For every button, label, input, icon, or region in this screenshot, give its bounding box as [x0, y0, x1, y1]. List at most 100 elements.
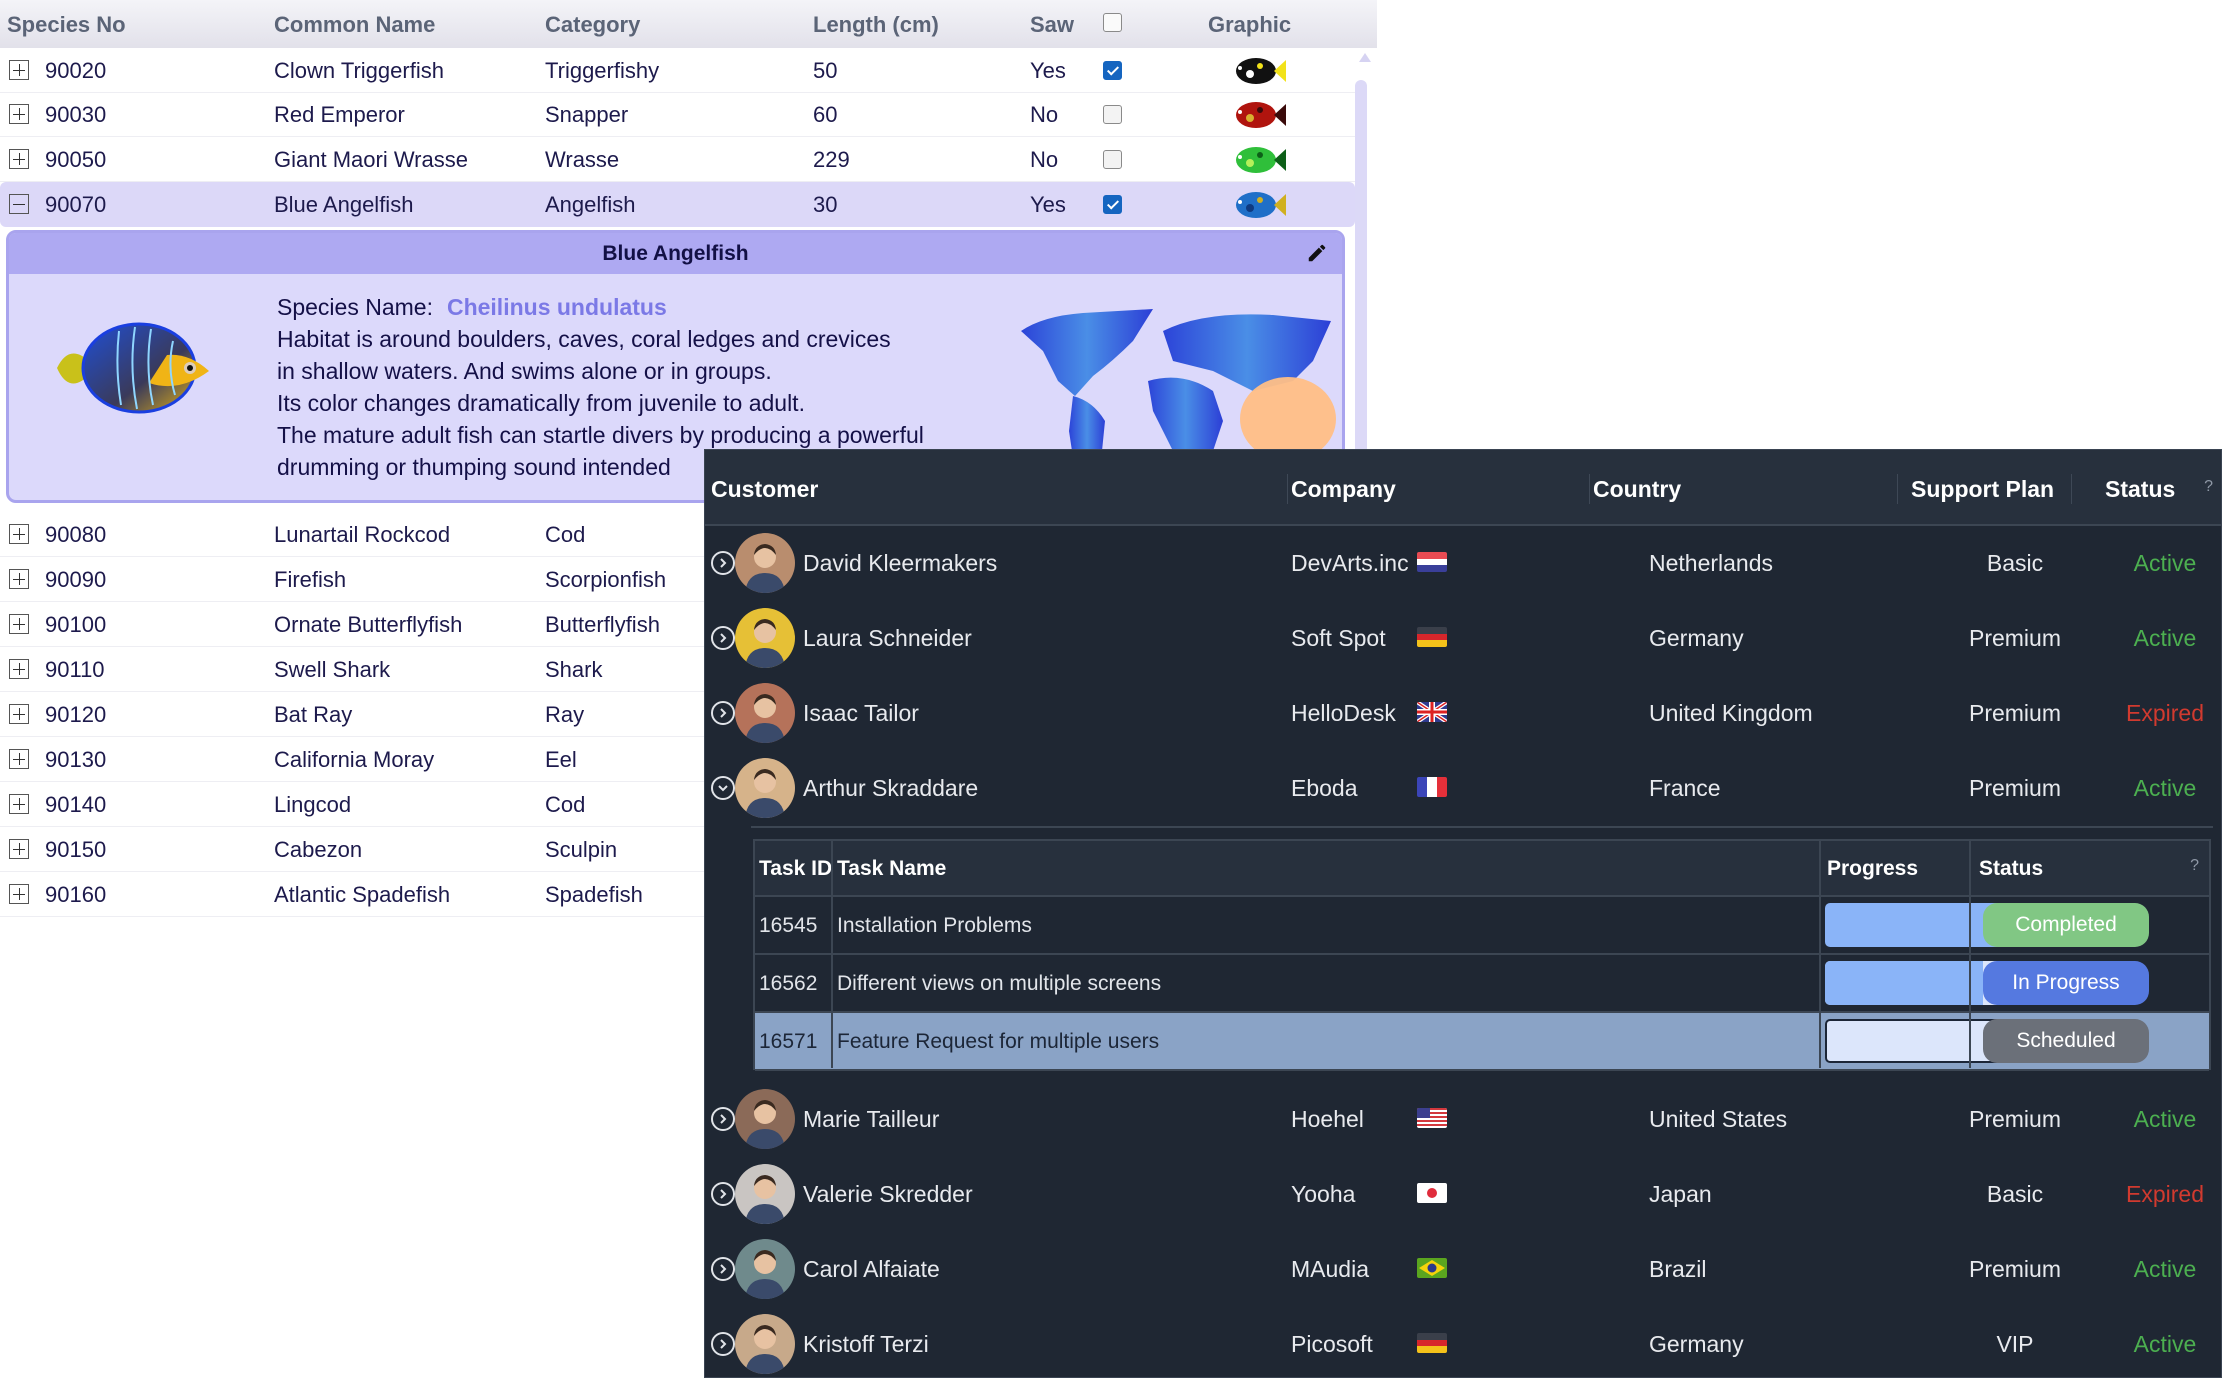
column-header-customer[interactable]: Customer [711, 476, 818, 503]
saw-value: Yes [1030, 58, 1066, 83]
category: Shark [545, 657, 603, 682]
saw-checkbox[interactable] [1103, 61, 1122, 80]
saw-checkbox[interactable] [1103, 195, 1122, 214]
species-no: 90150 [45, 837, 107, 862]
expand-icon[interactable] [9, 60, 29, 80]
description-line: in shallow waters. And swims alone or in… [277, 358, 772, 384]
column-header-company[interactable]: Company [1291, 476, 1396, 503]
expand-row-icon[interactable] [711, 1332, 735, 1356]
collapse-icon[interactable] [9, 194, 29, 214]
column-header-task-name[interactable]: Task Name [837, 857, 946, 881]
column-header-category[interactable]: Category [545, 12, 640, 38]
column-separator[interactable] [1589, 474, 1590, 504]
column-header-common-name[interactable]: Common Name [274, 12, 435, 38]
expand-icon[interactable] [9, 704, 29, 724]
expand-row-icon[interactable] [711, 1257, 735, 1281]
common-name: Cabezon [274, 837, 363, 862]
task-row[interactable]: 16545 Installation Problems Completed [755, 897, 2209, 955]
scroll-up-arrow[interactable] [1359, 53, 1371, 62]
customer-row[interactable]: David Kleermakers DevArts.inc Netherlands B… [705, 526, 2221, 601]
customer-row[interactable]: Carol Alfaiate MAudia Brazil Premium Active [705, 1232, 2221, 1307]
species-name-value: Cheilinus undulatus [446, 294, 667, 320]
column-separator[interactable] [1287, 474, 1288, 504]
column-header-support-plan[interactable]: Support Plan [1911, 476, 2054, 503]
customer-row[interactable]: Arthur Skraddare Eboda France Premium Active [705, 751, 2221, 826]
species-no: 90130 [45, 747, 107, 772]
country: Brazil [1649, 1256, 1707, 1282]
column-header-task-status[interactable]: Status [1979, 857, 2043, 881]
expand-row-icon[interactable] [711, 626, 735, 650]
expand-icon[interactable] [9, 104, 29, 124]
category: Ray [545, 702, 585, 727]
fish-row[interactable]: 90020 Clown Triggerfish Triggerfishy 50 Yes [0, 48, 1355, 93]
expand-icon[interactable] [9, 884, 29, 904]
expand-icon[interactable] [9, 614, 29, 634]
country: United States [1649, 1106, 1788, 1132]
expand-icon[interactable] [9, 659, 29, 679]
column-header-saw[interactable]: Saw [1030, 12, 1074, 38]
support-plan: Basic [1986, 550, 2044, 576]
help-icon[interactable]: ? [2190, 857, 2199, 875]
expand-icon[interactable] [9, 749, 29, 769]
column-header-status[interactable]: Status [2105, 476, 2175, 503]
common-name: Blue Angelfish [274, 192, 414, 217]
customer-row[interactable]: Marie Tailleur Hoehel United States Premium… [705, 1082, 2221, 1157]
customer-name: Marie Tailleur [803, 1106, 940, 1132]
expand-row-icon[interactable] [711, 1182, 735, 1206]
column-header-progress[interactable]: Progress [1827, 857, 1918, 881]
company: DevArts.inc [1291, 550, 1409, 576]
customer-row[interactable]: Kristoff Terzi Picosoft Germany VIP Active [705, 1307, 2221, 1377]
select-all-checkbox[interactable] [1103, 13, 1122, 32]
fish-row[interactable]: 90030 Red Emperor Snapper 60 No [0, 92, 1355, 137]
expand-icon[interactable] [9, 839, 29, 859]
customer-grid: Customer Company Country Support Plan St… [704, 449, 2222, 1378]
support-plan: Premium [1968, 1256, 2061, 1282]
country: United Kingdom [1649, 700, 1813, 726]
expand-icon[interactable] [9, 794, 29, 814]
saw-checkbox[interactable] [1103, 150, 1122, 169]
length: 229 [813, 147, 850, 172]
support-plan: Premium [1968, 1106, 2061, 1132]
species-no: 90120 [45, 702, 107, 727]
expand-icon[interactable] [9, 524, 29, 544]
country: France [1649, 775, 1721, 801]
task-grid-header: Task ID Task Name Progress Status ? [755, 841, 2209, 897]
customer-row[interactable]: Laura Schneider Soft Spot Germany Premium Ac… [705, 601, 2221, 676]
task-row[interactable]: 16562 Different views on multiple screens… [755, 955, 2209, 1013]
support-plan: Premium [1968, 775, 2061, 801]
column-header-species-no[interactable]: Species No [7, 12, 126, 38]
task-row[interactable]: 16571 Feature Request for multiple users S… [755, 1013, 2209, 1071]
saw-checkbox[interactable] [1103, 105, 1122, 124]
customer-name: Valerie Skredder [803, 1181, 973, 1207]
column-separator[interactable] [1897, 474, 1898, 504]
pencil-icon[interactable] [1306, 242, 1328, 264]
collapse-row-icon[interactable] [711, 776, 735, 800]
avatar [735, 758, 795, 818]
category: Snapper [545, 102, 629, 127]
flag-fr-icon [1417, 777, 1447, 797]
customer-row[interactable]: Valerie Skredder Yooha Japan Basic Expired [705, 1157, 2221, 1232]
fish-row[interactable]: 90050 Giant Maori Wrasse Wrasse 229 No [0, 137, 1355, 182]
help-icon[interactable]: ? [2204, 478, 2213, 496]
category: Scorpionfish [545, 567, 667, 592]
category: Eel [545, 747, 577, 772]
saw-value: Yes [1030, 192, 1066, 217]
expand-row-icon[interactable] [711, 1107, 735, 1131]
column-header-task-id[interactable]: Task ID [759, 857, 832, 881]
column-header-country[interactable]: Country [1593, 476, 1681, 503]
fish-row[interactable]: 90070 Blue Angelfish Angelfish 30 Yes [0, 182, 1355, 227]
blue-angelfish-image [1228, 188, 1288, 222]
category: Cod [545, 522, 586, 547]
task-status-badge: Scheduled [1983, 1019, 2149, 1063]
column-header-graphic[interactable]: Graphic [1208, 12, 1291, 38]
expand-icon[interactable] [9, 149, 29, 169]
customer-row[interactable]: Isaac Tailor HelloDesk United Kingdom Premi… [705, 676, 2221, 751]
status-text: Active [2133, 625, 2197, 651]
column-separator[interactable] [2071, 474, 2072, 504]
expand-row-icon[interactable] [711, 551, 735, 575]
column-header-length[interactable]: Length (cm) [813, 12, 939, 38]
category: Spadefish [545, 882, 643, 907]
expand-icon[interactable] [9, 569, 29, 589]
expand-row-icon[interactable] [711, 701, 735, 725]
species-no: 90020 [45, 58, 107, 83]
